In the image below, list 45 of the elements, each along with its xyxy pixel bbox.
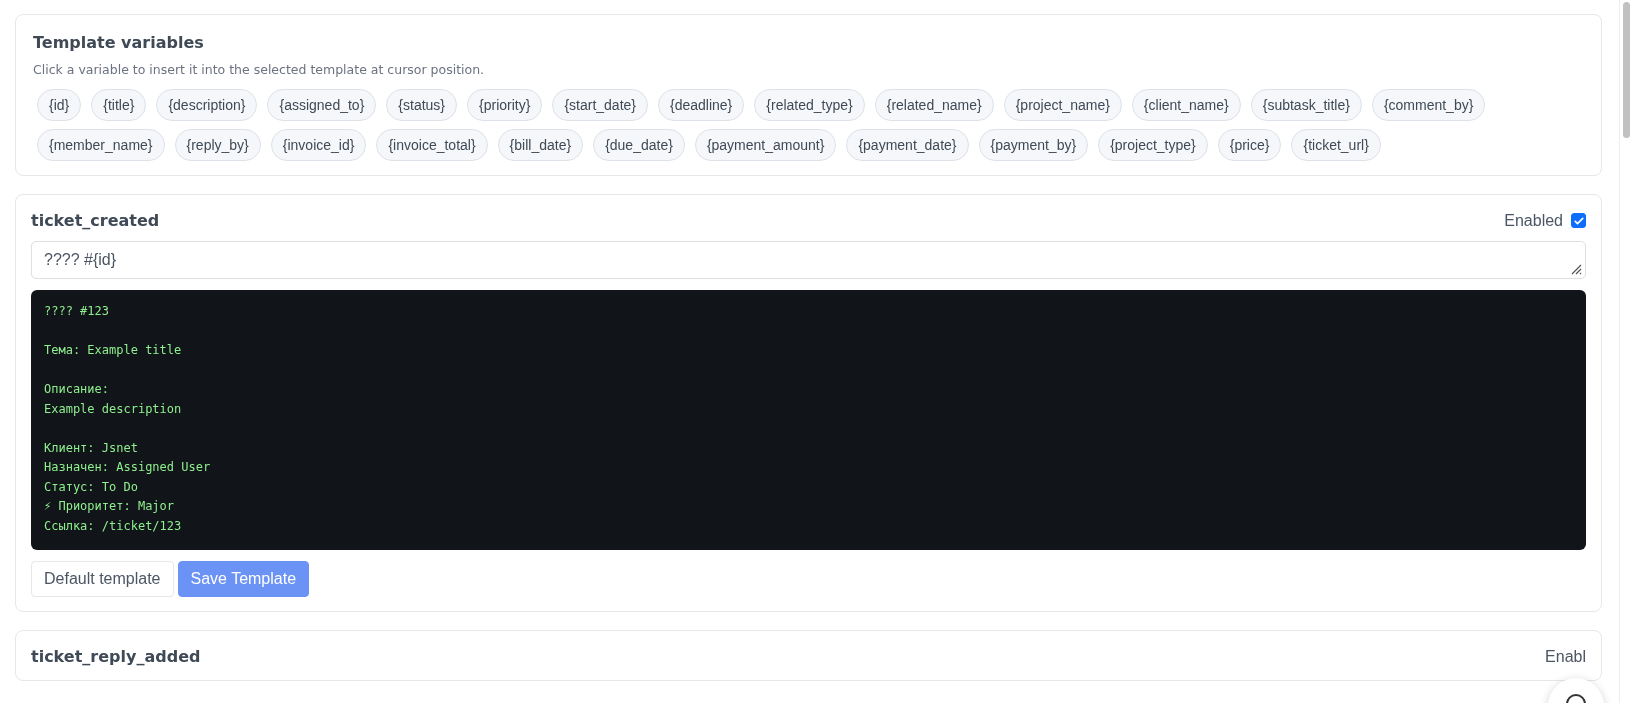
preview-line: Статус: To Do	[44, 478, 139, 496]
resize-handle-icon[interactable]	[1570, 263, 1582, 275]
preview-line: Тема: Example title	[44, 342, 183, 359]
variable-chip[interactable]: {project_name}	[1003, 89, 1122, 121]
enabled-label: Enabled	[1504, 211, 1563, 230]
template-name: ticket_created	[31, 211, 160, 230]
variable-chip[interactable]: {deadline}	[658, 89, 745, 121]
preview-line: Назначен: Assigned User	[44, 459, 212, 476]
preview-line: Клиент: Jsnet	[44, 439, 139, 457]
variable-chip[interactable]: {comment_by}	[1371, 89, 1486, 121]
variable-chip[interactable]: {related_type}	[754, 89, 865, 121]
variable-chip[interactable]: {price}	[1217, 129, 1282, 161]
variable-chip[interactable]: {ticket_url}	[1291, 129, 1381, 161]
template-name: ticket_reply_added	[31, 647, 201, 666]
card-title: Template variables	[33, 33, 205, 52]
variable-chip[interactable]: {member_name}	[37, 129, 165, 161]
variable-chip[interactable]: {priority}	[467, 89, 543, 121]
variable-chip[interactable]: {description}	[156, 89, 258, 121]
variable-chip[interactable]: {invoice_total}	[376, 129, 488, 161]
variable-chip[interactable]: {bill_date}	[497, 129, 584, 161]
variable-chip[interactable]: {reply_by}	[174, 129, 261, 161]
preview-line: ???? #123	[44, 303, 111, 320]
preview-line: Описание:	[44, 381, 111, 398]
variable-chip[interactable]: {assigned_to}	[267, 89, 377, 121]
subject-field[interactable]: ???? #{id}	[31, 241, 1586, 279]
variable-chip[interactable]: {invoice_id}	[270, 129, 367, 161]
preview-line: ⚡ Приоритет: Major	[44, 498, 176, 515]
enabled-checkbox[interactable]	[1571, 213, 1586, 228]
variable-chip[interactable]: {id}	[37, 89, 82, 121]
variable-chip[interactable]: {payment_amount}	[694, 129, 837, 161]
variable-chip[interactable]: {payment_date}	[846, 129, 969, 161]
preview-line: Example description	[44, 400, 183, 418]
variable-chip[interactable]: {payment_by}	[978, 129, 1089, 161]
variable-chip[interactable]: {subtask_title}	[1250, 89, 1362, 121]
hint-text: Click a variable to insert it into the selected template at cursor position.	[33, 62, 486, 77]
variable-chip[interactable]: {title}	[91, 89, 147, 121]
variable-chip[interactable]: {client_name}	[1131, 89, 1241, 121]
default-template-button[interactable]: Default template	[31, 561, 174, 597]
variable-chip[interactable]: {project_type}	[1098, 129, 1208, 161]
preview-line: Ссылка: /ticket/123	[44, 517, 183, 535]
enabled-label: Enabl	[1545, 647, 1586, 666]
variable-chip[interactable]: {status}	[386, 89, 457, 121]
variable-chip[interactable]: {due_date}	[593, 129, 685, 161]
variable-chip[interactable]: {start_date}	[552, 89, 648, 121]
variable-chip[interactable]: {related_name}	[874, 89, 994, 121]
